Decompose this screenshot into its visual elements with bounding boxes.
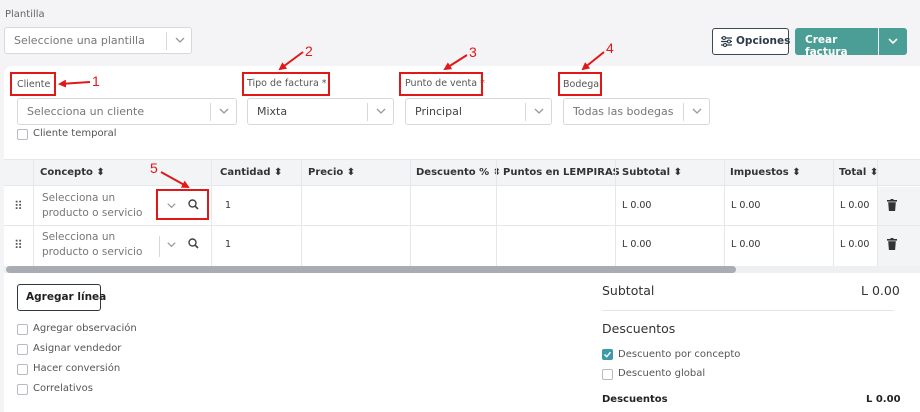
annotation-number-5: 5 <box>150 160 158 176</box>
annotation-number-3: 3 <box>469 44 477 60</box>
annotation-arrow-1 <box>58 79 91 88</box>
annotation-arrow-2 <box>278 51 304 71</box>
annotation-number-2: 2 <box>305 43 313 59</box>
invoice-form-screen: Plantilla Seleccione una plantilla Opcio… <box>0 0 920 412</box>
annotation-arrows <box>58 51 605 188</box>
annotation-arrow-3 <box>443 54 468 71</box>
annotation-arrow-5 <box>160 171 190 188</box>
annotation-arrow-4 <box>581 51 605 71</box>
annotation-number-4: 4 <box>606 40 614 56</box>
annotation-number-1: 1 <box>92 73 100 89</box>
